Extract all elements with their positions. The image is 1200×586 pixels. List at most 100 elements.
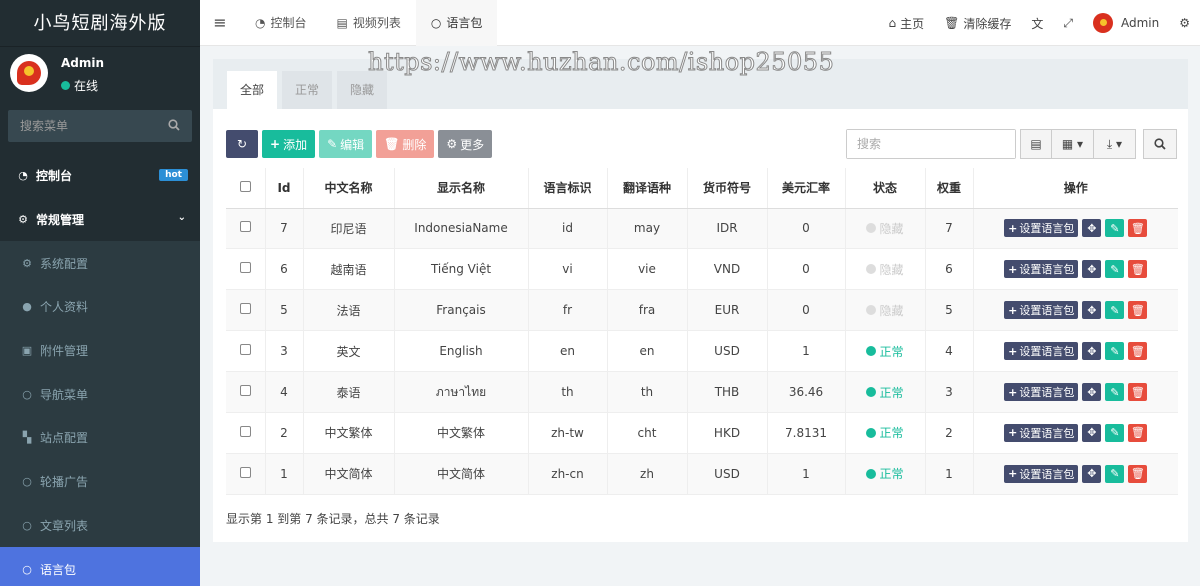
row-edit-button[interactable]: ✎ (1105, 423, 1125, 442)
brand-title[interactable]: 小鸟短剧海外版 (0, 0, 200, 47)
fullscreen-button[interactable]: ⤢ (1053, 0, 1083, 46)
drag-sort-button[interactable]: ✥ (1082, 219, 1102, 238)
admin-menu[interactable]: Admin (1083, 0, 1169, 46)
tab-dashboard[interactable]: ◔ 控制台 (240, 0, 322, 46)
status-badge[interactable]: 正常 (866, 384, 904, 401)
set-language-pack-button[interactable]: + 设置语言包 (1004, 219, 1079, 238)
arrows-icon: ✥ (1087, 426, 1097, 440)
set-language-pack-button[interactable]: + 设置语言包 (1004, 260, 1079, 279)
sidebar-item-language-pack[interactable]: ○ 语言包 (0, 547, 200, 586)
row-edit-button[interactable]: ✎ (1105, 342, 1125, 361)
table-row[interactable]: 1 中文简体 中文简体 zh-cn zh USD 1 正常 1 + 设置语言包 ✥ ✎ 🗑 (226, 453, 1178, 495)
sidebar-item-profile[interactable]: ● 个人资料 (0, 285, 200, 329)
table-row[interactable]: 7 印尼语 IndonesiaName id may IDR 0 隐藏 7 + 设置语言包 ✥ ✎ 🗑 (226, 208, 1178, 250)
refresh-button[interactable]: ↻ (226, 130, 258, 158)
row-edit-button[interactable]: ✎ (1105, 301, 1125, 320)
row-checkbox[interactable] (239, 262, 251, 274)
cell-actions: + 设置语言包 ✥ ✎ 🗑 (973, 208, 1178, 250)
row-checkbox[interactable] (239, 425, 251, 437)
set-language-pack-button[interactable]: + 设置语言包 (1004, 342, 1079, 361)
drag-sort-button[interactable]: ✥ (1082, 383, 1102, 401)
sidebar-item-dashboard[interactable]: ◔ 控制台 hot (0, 154, 200, 198)
status-badge[interactable]: 隐藏 (866, 261, 904, 278)
tab-video-list[interactable]: ▤ 视频列表 (322, 0, 416, 46)
row-checkbox[interactable] (239, 385, 251, 396)
more-button[interactable]: ⚙ 更多 (438, 130, 493, 158)
status-badge[interactable]: 正常 (866, 465, 904, 482)
row-delete-button[interactable]: 🗑 (1128, 423, 1148, 442)
set-language-pack-button[interactable]: + 设置语言包 (1004, 301, 1079, 320)
edit-button[interactable]: ✎ 编辑 (319, 130, 373, 158)
drag-sort-button[interactable]: ✥ (1082, 301, 1102, 320)
row-delete-button[interactable]: 🗑 (1128, 383, 1148, 401)
drag-sort-button[interactable]: ✥ (1082, 423, 1102, 442)
col-weight[interactable]: 权重 (925, 168, 974, 209)
sidebar-item-site-config[interactable]: ▚ 站点配置 (0, 416, 200, 460)
search-icon[interactable] (168, 119, 180, 131)
menu-toggle-icon[interactable]: ≡ (200, 0, 240, 46)
set-language-pack-button[interactable]: + 设置语言包 (1004, 464, 1079, 483)
drag-sort-button[interactable]: ✥ (1082, 342, 1102, 361)
table-row[interactable]: 5 法语 Français fr fra EUR 0 隐藏 5 + 设置语言包 ✥ ✎ 🗑 (226, 289, 1178, 332)
row-delete-button[interactable]: 🗑 (1128, 219, 1148, 238)
status-badge[interactable]: 正常 (866, 424, 904, 441)
clear-cache-button[interactable]: 🗑 清除缓存 (934, 0, 1021, 46)
delete-button[interactable]: 🗑 删除 (376, 130, 435, 158)
status-badge[interactable]: 隐藏 (866, 220, 904, 237)
sidebar-search-input[interactable] (8, 119, 158, 133)
row-edit-button[interactable]: ✎ (1105, 219, 1125, 238)
table-search-input[interactable] (847, 130, 1015, 158)
sidebar-item-articles[interactable]: ○ 文章列表 (0, 503, 200, 548)
table-row[interactable]: 3 英文 English en en USD 1 正常 4 + 设置语言包 ✥ ✎ 🗑 (226, 330, 1178, 373)
row-checkbox[interactable] (239, 303, 251, 315)
home-link[interactable]: ⌂ 主页 (878, 0, 934, 46)
tab-language-pack[interactable]: ○ 语言包 (415, 0, 498, 46)
col-status[interactable]: 状态 (845, 168, 926, 209)
col-currency[interactable]: 货币符号 (687, 168, 768, 209)
toggle-view-button[interactable]: ▤ (1020, 129, 1052, 159)
col-cn-name[interactable]: 中文名称 (303, 168, 395, 209)
drag-sort-button[interactable]: ✥ (1082, 464, 1102, 483)
status-badge[interactable]: 隐藏 (866, 302, 904, 319)
row-edit-button[interactable]: ✎ (1105, 260, 1125, 279)
advanced-search-button[interactable] (1143, 129, 1177, 159)
table-row[interactable]: 4 泰语 ภาษาไทย th th THB 36.46 正常 3 + 设置语言包 ✥ ✎ 🗑 (226, 371, 1178, 413)
row-edit-button[interactable]: ✎ (1105, 383, 1125, 401)
row-delete-button[interactable]: 🗑 (1128, 260, 1148, 279)
status-badge[interactable]: 正常 (866, 343, 904, 360)
col-id[interactable]: Id (265, 168, 304, 209)
tab-all[interactable]: 全部 (227, 71, 278, 109)
sidebar-item-banner-ads[interactable]: ○ 轮播广告 (0, 459, 200, 504)
tab-hidden[interactable]: 隐藏 (337, 71, 388, 109)
status-dot-icon (866, 387, 877, 397)
translate-button[interactable]: 文 (1021, 0, 1053, 46)
row-delete-button[interactable]: 🗑 (1128, 342, 1148, 361)
row-delete-button[interactable]: 🗑 (1128, 301, 1148, 320)
sidebar-item-general[interactable]: ⚙ 常规管理 ⌄ (0, 198, 200, 242)
export-button[interactable]: ⤓ ▾ (1093, 129, 1136, 159)
col-trans[interactable]: 翻译语种 (607, 168, 688, 209)
row-checkbox[interactable] (239, 221, 251, 233)
set-language-pack-button[interactable]: + 设置语言包 (1004, 423, 1079, 442)
row-edit-button[interactable]: ✎ (1105, 464, 1125, 483)
drag-sort-button[interactable]: ✥ (1082, 260, 1102, 279)
sidebar-item-system-config[interactable]: ⚙ 系统配置 (0, 241, 200, 286)
row-checkbox[interactable] (239, 466, 251, 478)
table-row[interactable]: 2 中文繁体 中文繁体 zh-tw cht HKD 7.8131 正常 2 + 设置语言包 ✥ ✎ 🗑 (226, 412, 1178, 454)
col-lang[interactable]: 语言标识 (528, 168, 608, 209)
set-language-pack-button[interactable]: + 设置语言包 (1004, 383, 1079, 401)
row-checkbox[interactable] (239, 344, 251, 356)
settings-button[interactable]: ⚙ (1169, 0, 1200, 46)
select-all-checkbox[interactable] (239, 180, 251, 192)
columns-button[interactable]: ▦ ▾ (1051, 129, 1094, 159)
col-display-name[interactable]: 显示名称 (394, 168, 529, 209)
cell-actions: + 设置语言包 ✥ ✎ 🗑 (973, 330, 1178, 373)
col-rate[interactable]: 美元汇率 (767, 168, 846, 209)
table-row[interactable]: 6 越南语 Tiếng Việt vi vie VND 0 隐藏 6 + 设置语言包 ✥ ✎ 🗑 (226, 248, 1178, 291)
add-button[interactable]: + 添加 (262, 130, 316, 158)
sidebar-item-nav-menu[interactable]: ○ 导航菜单 (0, 372, 200, 417)
sidebar-item-attachments[interactable]: ▣ 附件管理 (0, 328, 200, 373)
set-language-pack-label: 设置语言包 (1019, 263, 1075, 277)
tab-normal[interactable]: 正常 (282, 71, 333, 109)
row-delete-button[interactable]: 🗑 (1128, 464, 1148, 483)
